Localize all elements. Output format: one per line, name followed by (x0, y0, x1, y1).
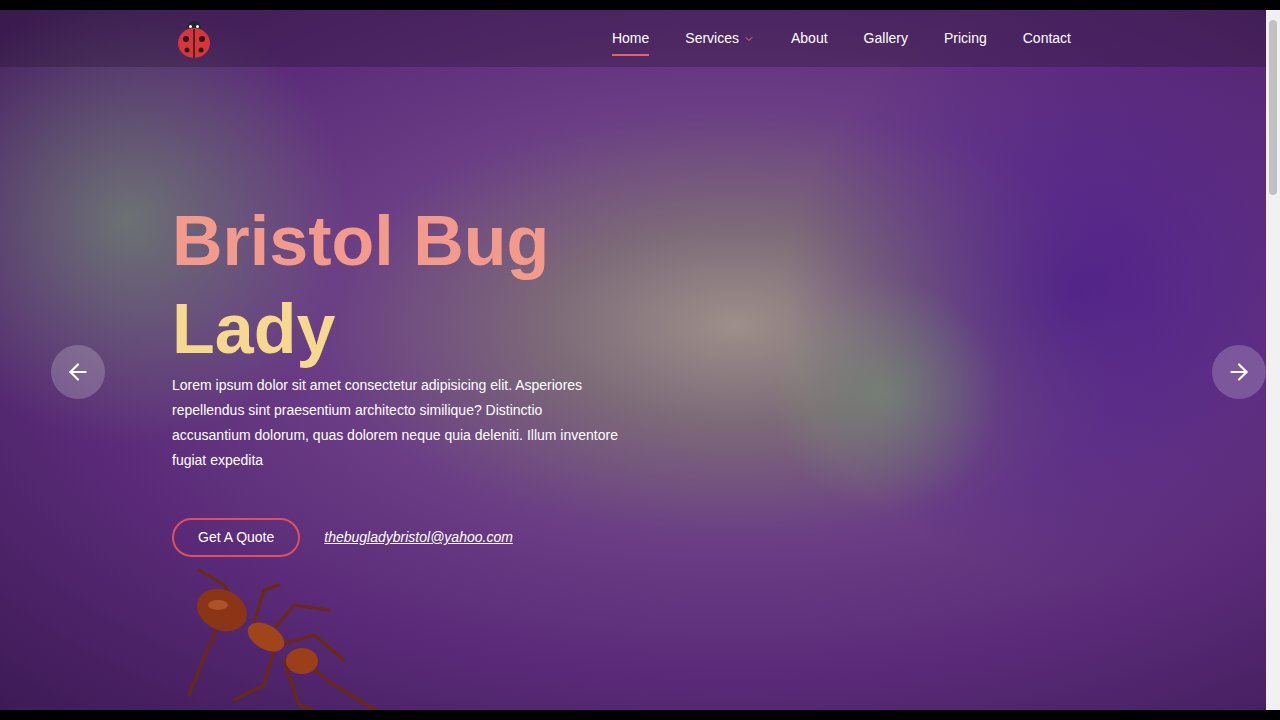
nav-item[interactable]: About (791, 24, 828, 53)
hero-title: Bristol BugLady (172, 197, 1266, 373)
hero-photo: Home Services About Gallery Pricing Contact Br… (0, 10, 1266, 710)
ant-icon (184, 565, 399, 710)
email-link[interactable]: thebugladybristol@yahoo.com (324, 527, 513, 548)
top-strip (0, 0, 1280, 10)
scrollbar-thumb[interactable] (1269, 20, 1277, 195)
ladybug-logo-icon[interactable] (176, 19, 212, 59)
chevron-down-icon[interactable] (743, 33, 755, 45)
hero-description: Lorem ipsum dolor sit amet consectetur a… (172, 373, 622, 473)
nav-menu: Home Services About Gallery Pricing Contact (612, 24, 1071, 53)
quote-button[interactable]: Get A Quote (172, 518, 300, 557)
nav-item[interactable]: Services (685, 24, 755, 53)
bottom-strip (0, 710, 1280, 720)
hero-content: Bristol BugLadyLorem ipsum dolor sit ame… (0, 67, 1266, 710)
prev-slide-button[interactable] (51, 345, 105, 399)
arrow-right-icon[interactable] (1226, 359, 1252, 385)
title-line: Lady (172, 285, 1266, 373)
page: Home Services About Gallery Pricing Contact Br… (0, 0, 1280, 720)
active-underline (612, 54, 649, 56)
nav-item[interactable]: Contact (1023, 24, 1071, 53)
arrow-left-icon[interactable] (65, 359, 91, 385)
navbar: Home Services About Gallery Pricing Contact (0, 10, 1266, 67)
next-slide-button[interactable] (1212, 345, 1266, 399)
scrollbar[interactable] (1266, 10, 1280, 710)
title-line: Bristol Bug (172, 197, 1266, 285)
nav-item[interactable]: Gallery (864, 24, 908, 53)
nav-item[interactable]: Pricing (944, 24, 987, 53)
nav-item[interactable]: Home (612, 24, 649, 53)
